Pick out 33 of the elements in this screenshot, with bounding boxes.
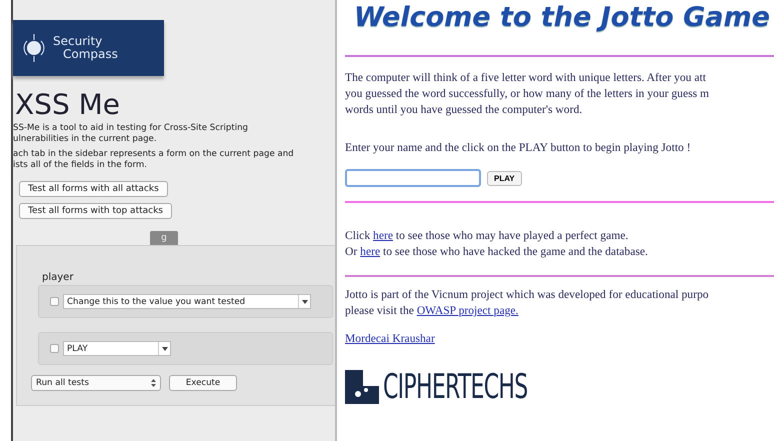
value-combo-box[interactable]: PLAY xyxy=(63,341,171,356)
compass-icon xyxy=(23,33,45,63)
test-forms-button[interactable]: Test all forms with top attacks xyxy=(19,203,172,219)
execute-button[interactable]: Execute xyxy=(169,375,237,391)
value-combo-box[interactable]: Change this to the value you want tested xyxy=(63,294,311,309)
name-input[interactable] xyxy=(345,169,481,187)
logo-text: Security xyxy=(53,35,104,48)
checkbox[interactable] xyxy=(50,344,59,353)
page-title: Welcome to the Jotto Game xyxy=(354,2,771,33)
description-text: ach tab in the sidebar represents a form on the current page and ists all of the fields in the form. xyxy=(13,149,295,171)
description-text: SS-Me is a tool to aid in testing for Cross-Site Scripting ulnerabilities in the current page. xyxy=(13,123,249,145)
here-link[interactable]: here xyxy=(360,245,380,258)
dropdown-arrow-icon xyxy=(162,346,168,350)
author-link[interactable]: Mordecai Kraushar xyxy=(345,332,435,345)
here-link[interactable]: here xyxy=(373,229,393,242)
logo-text: Compass xyxy=(63,48,118,61)
select-arrows-icon xyxy=(151,379,156,387)
play-button[interactable]: PLAY xyxy=(487,170,522,186)
about-text: Jotto is part of the Vicnum project which was developed for educational purpo xyxy=(345,287,710,303)
field-label: player xyxy=(42,272,74,283)
info-text: Or here to see those who have hacked the game and the database. xyxy=(345,244,649,260)
instruction-text: Enter your name and the click on the PLAY button to begin playing Jotto ! xyxy=(345,140,692,156)
logo-square-icon xyxy=(345,370,379,404)
test-mode-select[interactable]: Run all tests xyxy=(31,375,161,391)
visit-text: please visit the OWASP project page. xyxy=(345,303,520,319)
logo-text: CIPHERTECHS xyxy=(383,367,528,407)
sidebar-title: XSS Me xyxy=(15,88,122,121)
checkbox[interactable] xyxy=(50,297,59,306)
owasp-link[interactable]: OWASP project page. xyxy=(416,304,518,317)
intro-text: The computer will think of a five letter word with unique letters. After you att you guessed the word successfully, or how many of the letters in your guess m words until you have guessed the computer's word. xyxy=(345,70,710,118)
test-forms-button[interactable]: Test all forms with all attacks xyxy=(19,181,168,197)
dropdown-arrow-icon xyxy=(302,300,308,304)
info-text: Click here to see those who may have played a perfect game. xyxy=(345,228,630,244)
